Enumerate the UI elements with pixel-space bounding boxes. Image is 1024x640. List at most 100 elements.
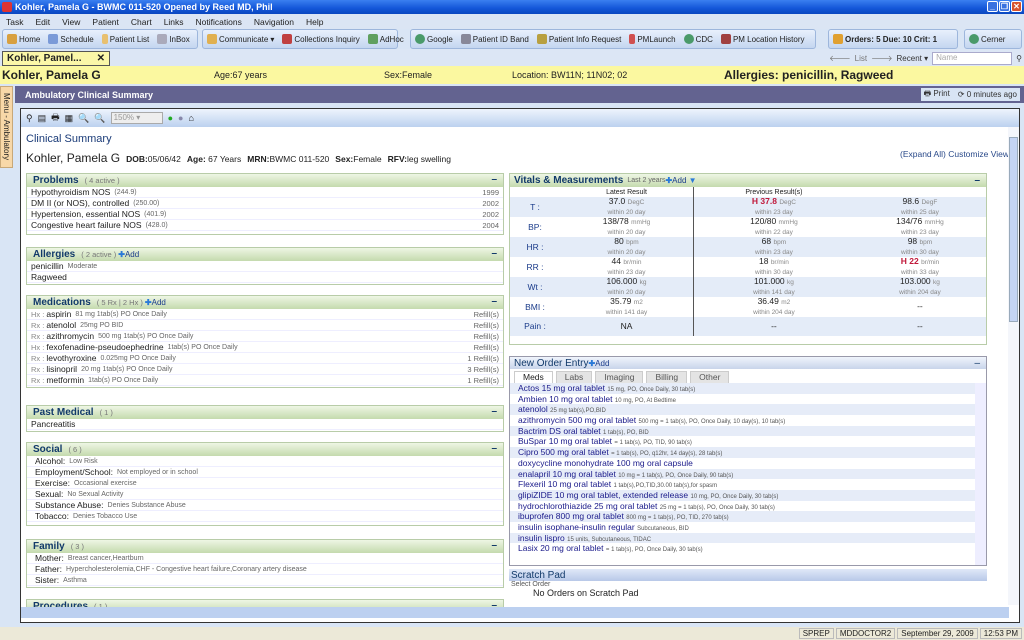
order-item[interactable]: Bactrim DS oral tablet 1 tab(s), PO, BID: [510, 425, 976, 437]
pmlaunch-link[interactable]: PMLaunch: [629, 34, 676, 44]
communicate-button[interactable]: Communicate ▾: [207, 34, 274, 44]
schedule-button[interactable]: Schedule: [48, 34, 94, 44]
order-item[interactable]: glipiZIDE 10 mg oral tablet, extended re…: [510, 489, 976, 501]
menu-navigation[interactable]: Navigation: [254, 17, 294, 27]
order-item[interactable]: BuSpar 10 mg oral tablet = 1 tab(s), PO,…: [510, 436, 976, 447]
vital-cell[interactable]: 101.000 kg within 141 day: [692, 277, 854, 297]
tab-billing[interactable]: Billing: [646, 371, 688, 383]
tab-other[interactable]: Other: [690, 371, 730, 383]
problems-header[interactable]: Problems( 4 active ) –: [27, 174, 503, 187]
allergies-header[interactable]: Allergies( 2 active ) ✚Add –: [27, 248, 503, 261]
vital-cell[interactable]: NA: [560, 317, 694, 336]
find-icon[interactable]: ⚲: [26, 113, 33, 124]
vital-cell[interactable]: 37.0 DegC within 20 day: [560, 197, 694, 217]
stop-icon[interactable]: ●: [178, 113, 183, 123]
order-item[interactable]: hydrochlorothiazide 25 mg oral tablet 25…: [510, 501, 976, 512]
vital-cell[interactable]: --: [854, 297, 986, 317]
social-header[interactable]: Social( 6 ) –: [27, 443, 503, 456]
medication-row[interactable]: Rx : azithromycin 500 mg 1tab(s) PO Once D…: [27, 331, 503, 342]
patient-tab[interactable]: Kohler, Pamel... ✕: [2, 51, 110, 66]
vital-cell[interactable]: --: [853, 317, 986, 336]
vertical-scrollbar[interactable]: [1008, 127, 1019, 605]
vital-cell[interactable]: 35.79 m2 within 141 day: [560, 297, 693, 317]
medication-row[interactable]: Rx : metformin 1tab(s) PO Once Daily 1 Refi…: [27, 375, 503, 386]
allergy-row[interactable]: penicillin Moderate: [27, 261, 503, 272]
procedures-header[interactable]: Procedures( 1 ) –: [27, 600, 503, 607]
recent-button[interactable]: Recent ▾: [897, 54, 929, 63]
vital-cell[interactable]: 80 bpm within 20 day: [560, 237, 694, 257]
print-icon[interactable]: 🖶: [51, 110, 60, 126]
patient-name-search[interactable]: Name: [932, 51, 1013, 65]
menu-notifications[interactable]: Notifications: [196, 17, 242, 27]
vital-cell[interactable]: 138/78 mmHg within 20 day: [560, 217, 693, 237]
list-button[interactable]: List: [855, 54, 867, 63]
menu-edit[interactable]: Edit: [35, 17, 50, 27]
tab-imaging[interactable]: Imaging: [595, 371, 644, 383]
pm-location-history-link[interactable]: PM Location History: [720, 34, 805, 44]
patient-info-request-link[interactable]: Patient Info Request: [536, 34, 621, 44]
order-item[interactable]: Cipro 500 mg oral tablet = 1 tab(s), PO,…: [510, 447, 976, 458]
adhoc-button[interactable]: AdHoc: [367, 34, 404, 44]
cdc-link[interactable]: CDC: [683, 34, 713, 44]
patient-list-button[interactable]: Patient List: [101, 34, 149, 44]
page-icon[interactable]: ▤: [38, 113, 47, 124]
add-order-button[interactable]: ✚Add: [588, 359, 609, 368]
vital-cell[interactable]: --: [692, 317, 854, 336]
order-item[interactable]: Lasix 20 mg oral tablet = 1 tab(s), PO, …: [510, 543, 976, 554]
menu-chart[interactable]: Chart: [131, 17, 152, 27]
problem-row[interactable]: DM II (or NOS), controlled (250.00) 2002: [27, 198, 503, 209]
problem-row[interactable]: Congestive heart failure NOS (428.0) 2004: [27, 220, 503, 231]
order-item[interactable]: Flexeril 10 mg oral tablet 1 tab(s),PO,T…: [510, 479, 976, 490]
menu-help[interactable]: Help: [306, 17, 323, 27]
order-item[interactable]: doxycycline monohydrate 100 mg oral caps…: [510, 458, 976, 469]
restore-button[interactable]: ❐: [999, 1, 1010, 12]
cerner-link[interactable]: Cerner: [969, 34, 1005, 44]
patient-id-band-link[interactable]: Patient ID Band: [460, 34, 529, 44]
order-item[interactable]: insulin lispro 15 units, Subcutaneous, T…: [510, 532, 976, 544]
close-tab-icon[interactable]: ✕: [97, 53, 105, 64]
google-link[interactable]: Google: [415, 34, 453, 44]
binoculars-icon[interactable]: ⚲: [1016, 54, 1022, 63]
add-vitals-button[interactable]: ✚Add ▼: [665, 176, 696, 185]
vital-cell[interactable]: H 22 br/min within 33 day: [854, 257, 986, 277]
vital-cell[interactable]: 36.49 m2 within 204 day: [692, 297, 854, 317]
vital-cell[interactable]: 120/80 mmHg within 22 day: [692, 217, 854, 237]
tab-meds[interactable]: Meds: [514, 371, 553, 383]
back-arrow-icon[interactable]: 🡐: [829, 53, 850, 63]
print-button[interactable]: 🖶 Print: [924, 88, 950, 102]
medication-row[interactable]: Hx : aspirin 81 mg 1tab(s) PO Once Daily Re…: [27, 309, 503, 320]
vital-cell[interactable]: 98.6 DegF within 25 day: [853, 197, 986, 217]
vital-cell[interactable]: H 37.8 DegC within 23 day: [692, 197, 854, 217]
medication-row[interactable]: Rx : levothyroxine 0.025mg PO Once Daily 1 …: [27, 353, 503, 364]
horizontal-scrollbar[interactable]: [21, 607, 1009, 618]
family-header[interactable]: Family( 3 ) –: [27, 540, 503, 553]
order-item[interactable]: ibuprofen 800 mg oral tablet 800 mg = 1 …: [510, 511, 976, 522]
problem-row[interactable]: Hypertension, essential NOS (401.9) 2002: [27, 209, 503, 220]
vital-cell[interactable]: 106.000 kg within 20 day: [560, 277, 694, 297]
order-item[interactable]: atenolol 25 mg tab(s),PO,BID: [510, 404, 976, 416]
refresh-button[interactable]: ⟳ 0 minutes ago: [958, 90, 1017, 99]
add-allergy-button[interactable]: ✚Add: [118, 250, 139, 259]
order-item[interactable]: Actos 15 mg oral tablet 15 mg, PO, Once …: [510, 383, 976, 394]
menu-view[interactable]: View: [62, 17, 80, 27]
tab-labs[interactable]: Labs: [555, 371, 593, 383]
order-list-scrollbar[interactable]: [975, 383, 986, 565]
home-icon[interactable]: ⌂: [188, 113, 193, 123]
collections-inquiry-button[interactable]: Collections Inquiry: [282, 34, 360, 44]
medication-row[interactable]: Rx : atenolol 25mg PO BID Refill(s): [27, 320, 503, 331]
vital-cell[interactable]: 44 br/min within 23 day: [560, 257, 693, 277]
menu-patient[interactable]: Patient: [92, 17, 118, 27]
inbox-button[interactable]: InBox: [157, 34, 190, 44]
forward-arrow-icon[interactable]: 🡒: [871, 53, 892, 63]
problem-row[interactable]: Hypothyroidism NOS (244.9) 1999: [27, 187, 503, 198]
medications-header[interactable]: Medications( 5 Rx | 2 Hx ) ✚Add –: [27, 296, 503, 309]
past-medical-header[interactable]: Past Medical( 1 ) –: [27, 406, 503, 419]
vital-cell[interactable]: 103.000 kg within 204 day: [853, 277, 986, 297]
expand-all-link[interactable]: (Expand All): [900, 149, 946, 159]
go-forward-icon[interactable]: ●: [168, 113, 173, 123]
vital-cell[interactable]: 18 br/min within 30 day: [692, 257, 854, 277]
menu-ambulatory-tab[interactable]: Menu - Ambulatory: [0, 86, 13, 168]
menu-task[interactable]: Task: [6, 17, 23, 27]
medication-row[interactable]: Rx : lisinopril 20 mg 1tab(s) PO Once Dail…: [27, 364, 503, 375]
home-button[interactable]: Home: [7, 34, 40, 44]
